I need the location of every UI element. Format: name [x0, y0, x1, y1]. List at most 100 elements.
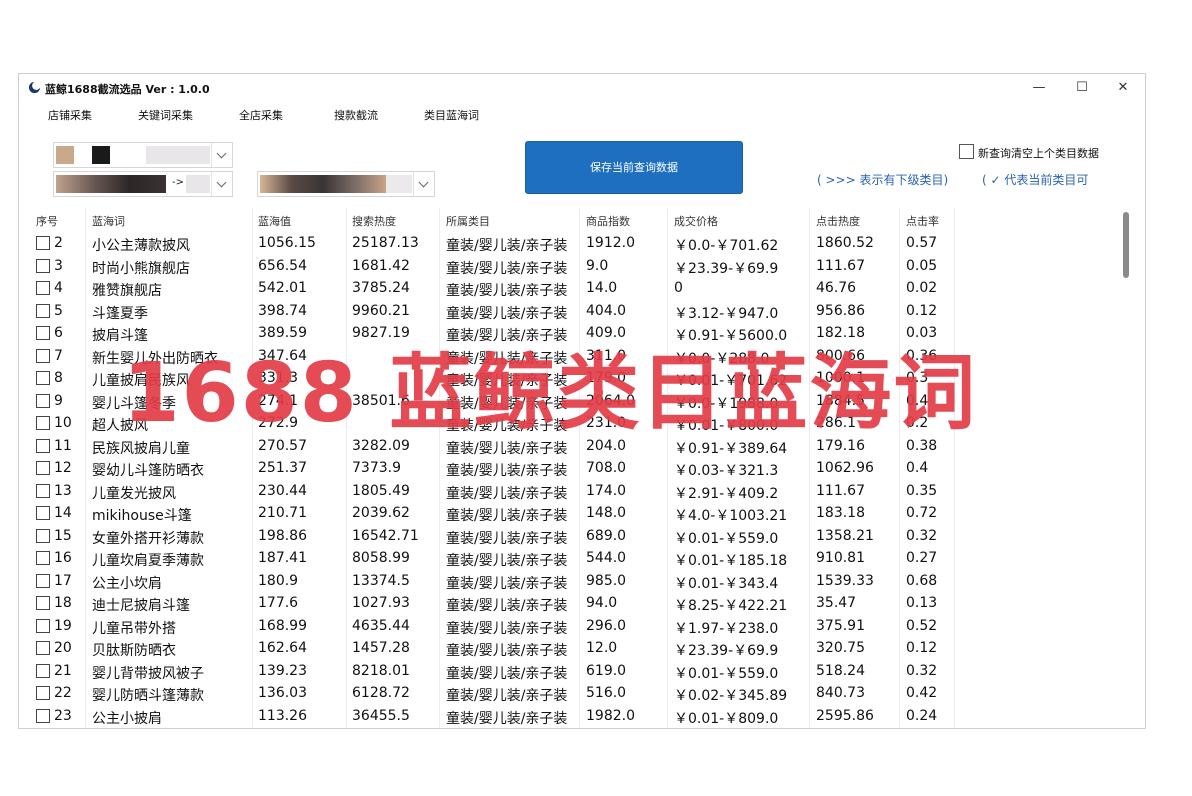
- row-checkbox[interactable]: [36, 573, 50, 588]
- cell-category: 童装/婴儿装/亲子装: [446, 238, 568, 254]
- cell-click-rate: 0.52: [906, 617, 938, 634]
- cell-price-range: ￥2.91-￥409.2: [674, 485, 779, 502]
- row-checkbox[interactable]: [36, 551, 50, 565]
- close-button[interactable]: ✕: [1103, 78, 1143, 98]
- cell-search-heat: 1681.42: [352, 257, 410, 274]
- cell-category: 童装/婴儿装/亲子装: [446, 463, 568, 479]
- cell-product-index: 9.0: [586, 257, 609, 274]
- table-row[interactable]: 19 儿童吊带外搭 168.99 4635.44 童装/婴儿装/亲子装 296.0 ￥1.9…: [19, 615, 1119, 638]
- table-row[interactable]: 2 小公主薄款披风 1056.15 25187.13 童装/婴儿装/亲子装 1912.0 ￥…: [19, 232, 1119, 255]
- save-query-button[interactable]: 保存当前查询数据: [525, 141, 743, 194]
- row-checkbox[interactable]: [36, 303, 50, 318]
- header-search-heat[interactable]: 搜索热度: [352, 213, 396, 229]
- table-row[interactable]: 12 婴幼儿斗篷防晒衣 251.37 7373.9 童装/婴儿装/亲子装 708.0 ￥0.…: [19, 457, 1119, 480]
- vertical-scrollbar[interactable]: [1121, 210, 1131, 725]
- table-row[interactable]: 20 贝肽斯防晒衣 162.64 1457.28 童装/婴儿装/亲子装 12.0 ￥23.3…: [19, 637, 1119, 660]
- table-row[interactable]: 22 婴儿防晒斗篷薄款 136.03 6128.72 童装/婴儿装/亲子装 516.0 ￥0…: [19, 682, 1119, 705]
- row-checkbox[interactable]: [36, 528, 50, 543]
- cell-keyword: 贝肽斯防晒衣: [92, 643, 176, 659]
- row-checkbox[interactable]: [36, 483, 50, 498]
- cell-bluesea-value: 198.86: [258, 527, 307, 544]
- cell-search-heat: 1805.49: [352, 482, 410, 499]
- header-category[interactable]: 所属类目: [446, 213, 490, 229]
- cell-click-heat: 518.24: [816, 662, 865, 679]
- cell-price-range: ￥0.03-￥321.3: [674, 463, 779, 479]
- cell-click-heat: 375.91: [816, 617, 865, 634]
- cell-index: 14: [54, 505, 72, 521]
- header-price-range[interactable]: 成交价格: [674, 213, 718, 229]
- row-checkbox[interactable]: [36, 258, 50, 273]
- cell-keyword: 时尚小熊旗舰店: [92, 260, 190, 277]
- cell-keyword: 儿童吊带外搭: [92, 620, 176, 637]
- redacted-block: [56, 146, 74, 164]
- header-bluesea-value[interactable]: 蓝海值: [258, 213, 291, 229]
- row-checkbox[interactable]: [36, 686, 50, 700]
- table-row[interactable]: 21 婴儿背带披风被子 139.23 8218.01 童装/婴儿装/亲子装 619.0 ￥0…: [19, 660, 1119, 683]
- cell-keyword: 公主小披肩: [92, 710, 162, 727]
- row-checkbox[interactable]: [36, 663, 50, 678]
- menu-full-store-collect[interactable]: 全店采集: [239, 107, 283, 123]
- table-row[interactable]: 13 儿童发光披风 230.44 1805.49 童装/婴儿装/亲子装 174.0 ￥2.9…: [19, 480, 1119, 503]
- scrollbar-thumb[interactable]: [1123, 212, 1129, 278]
- table-row[interactable]: 15 女童外搭开衫薄款 198.86 16542.71 童装/婴儿装/亲子装 689.0 ￥…: [19, 525, 1119, 548]
- cell-click-heat: 183.18: [816, 505, 865, 521]
- row-checkbox[interactable]: [36, 281, 50, 295]
- cell-click-heat: 1358.21: [816, 527, 874, 544]
- row-checkbox[interactable]: [36, 506, 50, 520]
- maximize-button[interactable]: ☐: [1062, 78, 1102, 98]
- cell-category: 童装/婴儿装/亲子装: [446, 688, 568, 704]
- table-row[interactable]: 3 时尚小熊旗舰店 656.54 1681.42 童装/婴儿装/亲子装 9.0 ￥23.39…: [19, 255, 1119, 278]
- chevron-down-icon[interactable]: [413, 172, 434, 196]
- header-click-heat[interactable]: 点击热度: [816, 213, 860, 229]
- menu-store-collect[interactable]: 店铺采集: [48, 107, 92, 123]
- row-checkbox[interactable]: [36, 596, 50, 610]
- table-row[interactable]: 5 斗篷夏季 398.74 9960.21 童装/婴儿装/亲子装 404.0 ￥3.12-￥…: [19, 300, 1119, 323]
- cell-category: 童装/婴儿装/亲子装: [446, 710, 568, 727]
- menu-category-bluesea[interactable]: 类目蓝海词: [424, 107, 479, 123]
- cell-click-rate: 0.32: [906, 662, 938, 679]
- cell-bluesea-value: 230.44: [258, 482, 307, 499]
- menu-keyword-collect[interactable]: 关键词采集: [138, 107, 193, 123]
- row-checkbox[interactable]: [36, 708, 50, 723]
- checkbox-box[interactable]: [959, 144, 974, 159]
- row-checkbox[interactable]: [36, 461, 50, 475]
- cell-bluesea-value: 187.41: [258, 550, 307, 566]
- menu-search-intercept[interactable]: 搜款截流: [334, 107, 378, 123]
- chevron-down-icon[interactable]: [211, 172, 232, 196]
- table-row[interactable]: 14 mikihouse斗篷 210.71 2039.62 童装/婴儿装/亲子装 148.…: [19, 502, 1119, 525]
- header-product-index[interactable]: 商品指数: [586, 213, 630, 229]
- cell-keyword: 小公主薄款披风: [92, 238, 190, 254]
- minimize-button[interactable]: —: [1019, 78, 1059, 98]
- table-body: 2 小公主薄款披风 1056.15 25187.13 童装/婴儿装/亲子装 1912.0 ￥…: [19, 232, 1119, 727]
- header-index[interactable]: 序号: [36, 213, 58, 229]
- row-checkbox[interactable]: [36, 618, 50, 633]
- cell-index: 15: [54, 527, 72, 544]
- row-checkbox[interactable]: [36, 641, 50, 655]
- table-row[interactable]: 18 迪士尼披肩斗篷 177.6 1027.93 童装/婴儿装/亲子装 94.0 ￥8.25…: [19, 592, 1119, 615]
- redacted-block: [56, 175, 166, 193]
- cell-click-heat: 840.73: [816, 685, 865, 701]
- table-row[interactable]: 23 公主小披肩 113.26 36455.5 童装/婴儿装/亲子装 1982.0 ￥0.0…: [19, 705, 1119, 728]
- category-select-2[interactable]: ->: [53, 171, 233, 197]
- table-row[interactable]: 16 儿童坎肩夏季薄款 187.41 8058.99 童装/婴儿装/亲子装 544.0 ￥0…: [19, 547, 1119, 570]
- table-row[interactable]: 4 雅赞旗舰店 542.01 3785.24 童装/婴儿装/亲子装 14.0 0 46.76 0…: [19, 277, 1119, 300]
- cell-price-range: ￥0.01-￥559.0: [674, 530, 779, 547]
- cell-search-heat: 36455.5: [352, 707, 410, 724]
- cell-index: 2: [54, 235, 63, 251]
- cell-price-range: ￥23.39-￥69.9: [674, 643, 779, 659]
- redacted-block: [186, 175, 210, 193]
- cell-bluesea-value: 542.01: [258, 280, 307, 296]
- category-select-1[interactable]: [53, 142, 233, 168]
- redacted-block: [260, 175, 386, 193]
- header-click-rate[interactable]: 点击率: [906, 213, 939, 229]
- cell-bluesea-value: 210.71: [258, 505, 307, 521]
- cell-search-heat: 2039.62: [352, 505, 410, 521]
- cell-index: 16: [54, 550, 72, 566]
- category-select-3[interactable]: [257, 171, 435, 197]
- cell-index: 5: [54, 302, 63, 319]
- row-checkbox[interactable]: [36, 236, 50, 250]
- header-keyword[interactable]: 蓝海词: [92, 213, 125, 229]
- chevron-down-icon[interactable]: [211, 143, 232, 167]
- cell-category: 童装/婴儿装/亲子装: [446, 620, 568, 637]
- table-row[interactable]: 17 公主小坎肩 180.9 13374.5 童装/婴儿装/亲子装 985.0 ￥0.01-…: [19, 570, 1119, 593]
